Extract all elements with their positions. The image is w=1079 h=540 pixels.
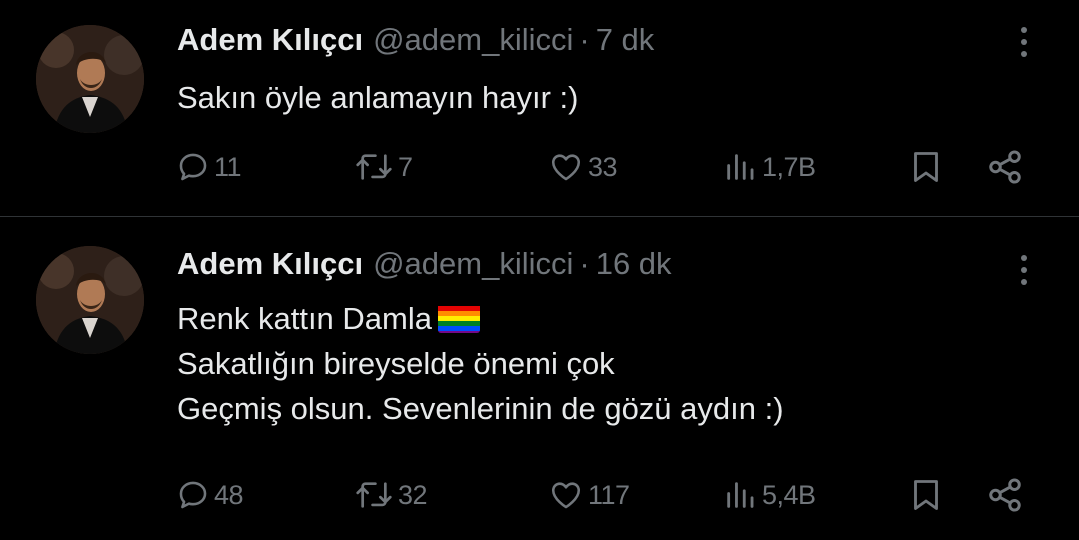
- reply-button[interactable]: 11: [176, 145, 242, 189]
- reply-icon: [179, 153, 207, 181]
- tweet-text-line-content: Renk kattın Damla: [177, 301, 432, 336]
- reply-icon: [179, 481, 207, 509]
- action-bar: 48 32 117 5,4B: [0, 473, 1079, 517]
- retweet-icon: [356, 154, 392, 180]
- share-button[interactable]: [986, 145, 1024, 189]
- like-count: 117: [588, 479, 630, 510]
- tweet-text-line: Sakatlığın bireyselde önemi çok: [177, 346, 615, 381]
- tweet-text-line: Sakın öyle anlamayın hayır :): [177, 80, 579, 115]
- action-bar: 11 7 33 1,7B: [0, 145, 1079, 189]
- bookmark-button[interactable]: [908, 473, 944, 517]
- share-button[interactable]: [986, 473, 1024, 517]
- timestamp[interactable]: 16 dk: [596, 246, 672, 281]
- share-icon: [989, 478, 1021, 512]
- view-count: 5,4B: [762, 479, 816, 510]
- timestamp[interactable]: 7 dk: [596, 22, 655, 57]
- rainbow-flag-emoji: [438, 303, 480, 333]
- share-icon: [989, 150, 1021, 184]
- tweet-text: Sakın öyle anlamayın hayır :): [177, 75, 578, 120]
- like-button[interactable]: 117: [548, 473, 630, 517]
- retweet-icon: [356, 482, 392, 508]
- retweet-count: 7: [398, 151, 413, 182]
- bookmark-icon: [914, 480, 938, 510]
- views-icon: [727, 482, 754, 508]
- avatar[interactable]: [36, 25, 144, 133]
- retweet-button[interactable]: 32: [354, 473, 428, 517]
- tweet-text-line: Geçmiş olsun. Sevenlerinin de gözü aydın…: [177, 391, 784, 426]
- view-count: 1,7B: [762, 151, 816, 182]
- tweet-text-line: Renk kattın Damla: [177, 296, 784, 341]
- bookmark-button[interactable]: [908, 145, 944, 189]
- more-icon[interactable]: [1012, 24, 1036, 60]
- like-icon: [551, 154, 581, 181]
- views-button[interactable]: 1,7B: [722, 145, 816, 189]
- tweet-header: Adem Kılıçcı @adem_kilicci · 7 dk: [177, 20, 654, 60]
- user-handle[interactable]: @adem_kilicci: [373, 22, 573, 57]
- tweet[interactable]: Adem Kılıçcı @adem_kilicci · 7 dk Sakın öyl…: [0, 0, 1079, 216]
- like-button[interactable]: 33: [548, 145, 618, 189]
- reply-count: 11: [214, 151, 242, 182]
- like-icon: [551, 482, 581, 509]
- tweet-text: Renk kattın Damla Sakatlığın bireyselde …: [177, 296, 784, 431]
- user-handle[interactable]: @adem_kilicci: [373, 246, 573, 281]
- avatar[interactable]: [36, 246, 144, 354]
- display-name[interactable]: Adem Kılıçcı: [177, 246, 363, 281]
- views-icon: [727, 154, 754, 180]
- separator-dot: ·: [579, 22, 590, 57]
- reply-button[interactable]: 48: [176, 473, 244, 517]
- retweet-button[interactable]: 7: [354, 145, 413, 189]
- more-icon[interactable]: [1012, 252, 1036, 288]
- tweet[interactable]: Adem Kılıçcı @adem_kilicci · 16 dk Renk kat…: [0, 218, 1079, 540]
- tweet-divider: [0, 216, 1079, 217]
- retweet-count: 32: [398, 479, 428, 510]
- tweet-header: Adem Kılıçcı @adem_kilicci · 16 dk: [177, 244, 672, 284]
- like-count: 33: [588, 151, 618, 182]
- display-name[interactable]: Adem Kılıçcı: [177, 22, 363, 57]
- separator-dot: ·: [579, 246, 590, 281]
- views-button[interactable]: 5,4B: [722, 473, 816, 517]
- bookmark-icon: [914, 152, 938, 182]
- reply-count: 48: [214, 479, 244, 510]
